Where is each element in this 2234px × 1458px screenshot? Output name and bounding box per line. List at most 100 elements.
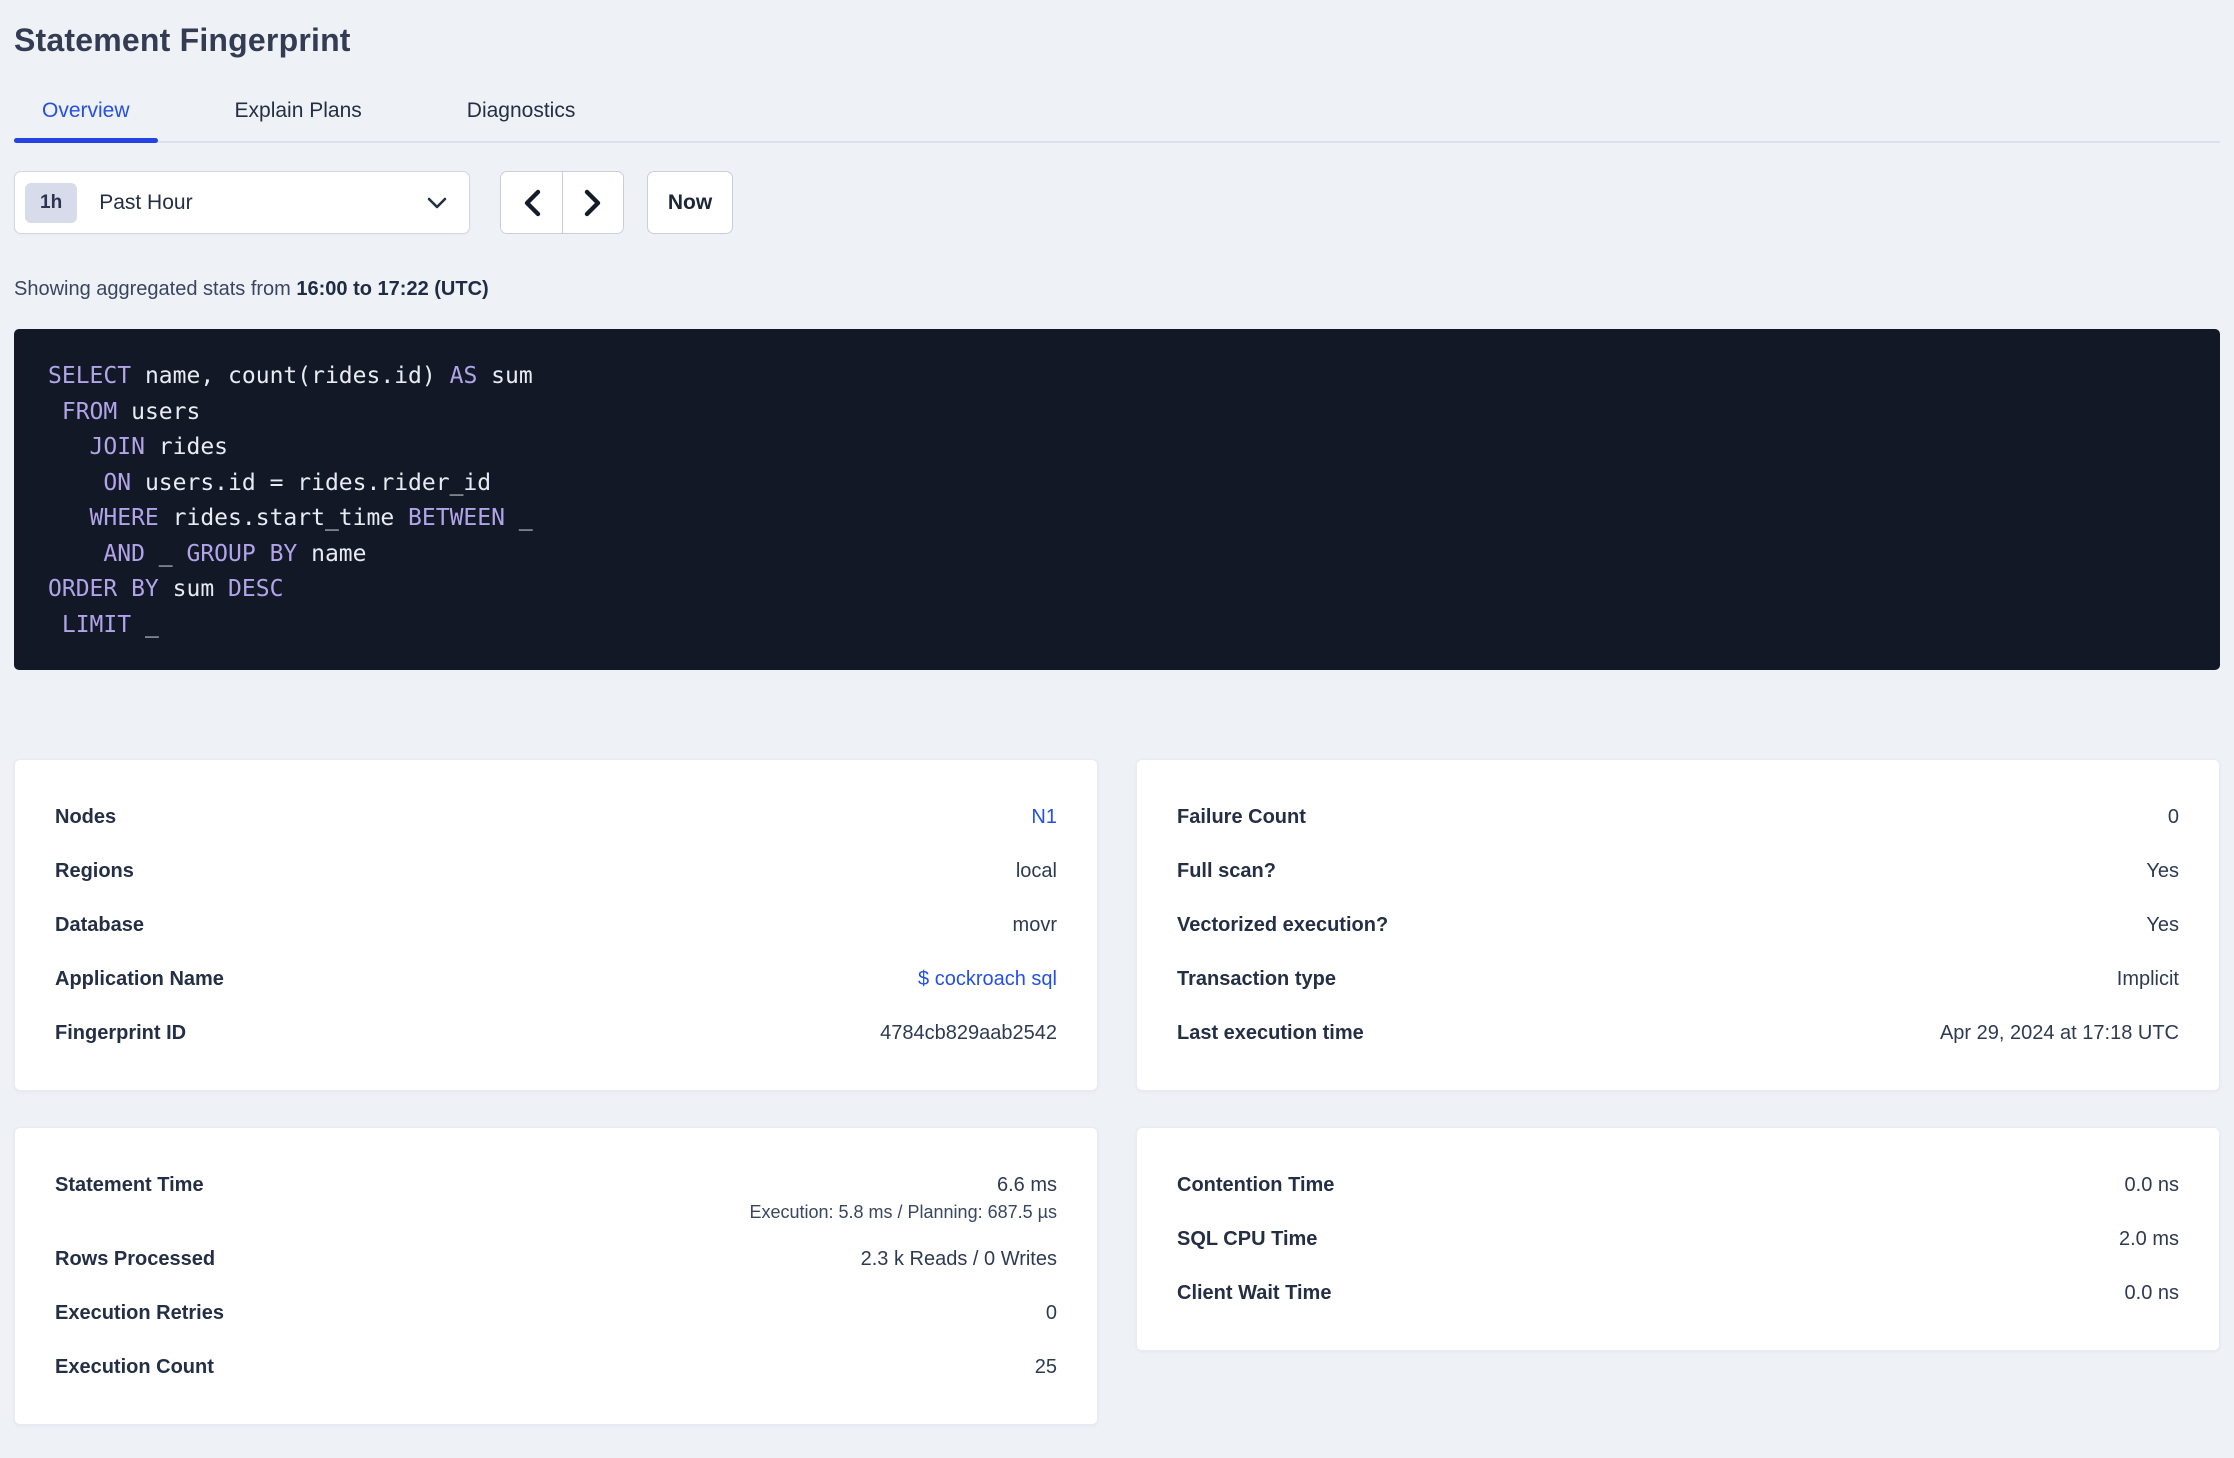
chevron-left-icon (523, 189, 541, 217)
sql-segment: rides.start_time (158, 505, 409, 531)
sql-line: LIMIT _ (48, 608, 2186, 644)
sql-line: JOIN rides (48, 430, 2186, 466)
row-label: Database (55, 913, 144, 936)
row-value: 0 (1045, 1301, 1057, 1324)
time-controls: 1h Past Hour Now (14, 171, 2220, 234)
detail-row-execution-count: Execution Count 25 (55, 1340, 1057, 1394)
next-time-button[interactable] (562, 172, 623, 233)
tab-overview[interactable]: Overview (14, 99, 158, 143)
row-value: local (1015, 859, 1057, 882)
sql-segment: WHERE (89, 505, 159, 531)
statement-time-breakdown: Execution: 5.8 ms / Planning: 687.5 µs (749, 1202, 1057, 1222)
tab-bar: Overview Explain Plans Diagnostics (14, 99, 2220, 143)
detail-row-sql-cpu-time: SQL CPU Time 2.0 ms (1177, 1212, 2179, 1266)
wait-time-card: Contention Time 0.0 ns SQL CPU Time 2.0 … (1136, 1127, 2220, 1351)
tab-explain-plans[interactable]: Explain Plans (207, 99, 390, 143)
detail-row-last-execution-time: Last execution time Apr 29, 2024 at 17:1… (1177, 1006, 2179, 1060)
performance-cards-row: Statement Time 6.6 ms Execution: 5.8 ms … (14, 1127, 2220, 1425)
row-value: 6.6 ms (996, 1173, 1057, 1196)
tab-diagnostics[interactable]: Diagnostics (439, 99, 604, 143)
sql-segment: SELECT (48, 363, 132, 389)
application-name-link[interactable]: $ cockroach sql (918, 968, 1057, 991)
row-label: Failure Count (1177, 805, 1306, 828)
row-value: 2.0 ms (2118, 1227, 2179, 1250)
sql-segment (48, 434, 90, 460)
detail-row-client-wait-time: Client Wait Time 0.0 ns (1177, 1266, 2179, 1320)
sql-line: ORDER BY sum DESC (48, 572, 2186, 608)
sql-segment: GROUP BY (186, 540, 298, 567)
now-button[interactable]: Now (647, 171, 733, 234)
sql-segment: AND (103, 540, 145, 567)
row-value: 2.3 k Reads / 0 Writes (860, 1247, 1057, 1270)
statement-fingerprint-page: Statement Fingerprint Overview Explain P… (0, 0, 2234, 1425)
sql-line: AND _ GROUP BY name (48, 537, 2186, 573)
row-value: Yes (2146, 859, 2179, 882)
row-value: movr (1012, 913, 1057, 936)
time-step-group (500, 171, 624, 234)
sql-segment: BETWEEN (408, 505, 505, 531)
row-label: Vectorized execution? (1177, 913, 1389, 936)
row-value: Implicit (2116, 967, 2179, 990)
sql-line: SELECT name, count(rides.id) AS sum (48, 359, 2186, 395)
nodes-link[interactable]: N1 (1031, 806, 1057, 829)
sql-segment: JOIN (89, 434, 145, 460)
row-value: Yes (2146, 913, 2179, 936)
sql-segment: DESC (228, 576, 284, 602)
detail-row-contention-time: Contention Time 0.0 ns (1177, 1158, 2179, 1212)
sql-statement-box: SELECT name, count(rides.id) AS sum FROM… (14, 329, 2220, 670)
row-label: SQL CPU Time (1177, 1227, 1318, 1250)
prev-time-button[interactable] (501, 172, 562, 233)
overview-cards-row: Nodes N1 Regions local Database movr App… (14, 759, 2220, 1091)
sql-segment: LIMIT (61, 611, 132, 638)
detail-row-fingerprint-id: Fingerprint ID 4784cb829aab2542 (55, 1006, 1057, 1060)
sql-segment: _ (131, 611, 159, 638)
sql-line: ON users.id = rides.rider_id (48, 466, 2186, 502)
sql-segment: ORDER BY (48, 576, 159, 602)
stats-line-range: 16:00 to 17:22 (UTC) (296, 278, 489, 300)
sql-segment (48, 541, 103, 567)
sql-segment: FROM (61, 398, 118, 425)
row-value: Apr 29, 2024 at 17:18 UTC (1939, 1021, 2179, 1044)
sql-segment: sum (158, 576, 229, 602)
chevron-down-icon (427, 197, 447, 209)
detail-row-execution-retries: Execution Retries 0 (55, 1286, 1057, 1340)
row-label: Nodes (55, 805, 117, 828)
sql-segment (48, 505, 90, 531)
row-label: Application Name (55, 967, 224, 990)
time-range-picker[interactable]: 1h Past Hour (14, 171, 470, 234)
time-range-label: Past Hour (99, 190, 193, 214)
sql-segment: users (117, 398, 201, 425)
detail-row-failure-count: Failure Count 0 (1177, 790, 2179, 844)
sql-segment: AS (449, 363, 478, 389)
sql-segment: ON (103, 469, 132, 496)
row-value: 25 (1034, 1355, 1057, 1378)
detail-row-transaction-type: Transaction type Implicit (1177, 952, 2179, 1006)
detail-row-rows-processed: Rows Processed 2.3 k Reads / 0 Writes (55, 1232, 1057, 1286)
row-label: Fingerprint ID (55, 1021, 187, 1044)
detail-row-full-scan: Full scan? Yes (1177, 844, 2179, 898)
row-value: 4784cb829aab2542 (880, 1021, 1057, 1044)
sql-segment (48, 470, 103, 496)
page-title: Statement Fingerprint (14, 22, 351, 58)
row-label: Execution Retries (55, 1301, 224, 1324)
sql-segment: _ (144, 540, 187, 567)
row-label: Client Wait Time (1177, 1281, 1332, 1304)
row-value: 0.0 ns (2124, 1281, 2179, 1304)
row-value: 0.0 ns (2124, 1173, 2179, 1196)
chevron-right-icon (584, 189, 602, 217)
sql-segment: rides (144, 434, 229, 460)
row-label: Statement Time (55, 1173, 204, 1196)
statement-details-card: Nodes N1 Regions local Database movr App… (14, 759, 1098, 1091)
sql-segment: _ (504, 505, 533, 531)
detail-row-application-name: Application Name $ cockroach sql (55, 952, 1057, 1006)
sql-segment: name (297, 540, 367, 567)
sql-line: FROM users (48, 395, 2186, 431)
sql-segment (48, 399, 62, 425)
stats-line-prefix: Showing aggregated stats from (14, 278, 297, 300)
sql-line: WHERE rides.start_time BETWEEN _ (48, 501, 2186, 537)
row-label: Full scan? (1177, 859, 1276, 882)
row-label: Execution Count (55, 1355, 214, 1378)
detail-row-regions: Regions local (55, 844, 1057, 898)
row-label: Transaction type (1177, 967, 1336, 990)
sql-segment (48, 612, 62, 638)
